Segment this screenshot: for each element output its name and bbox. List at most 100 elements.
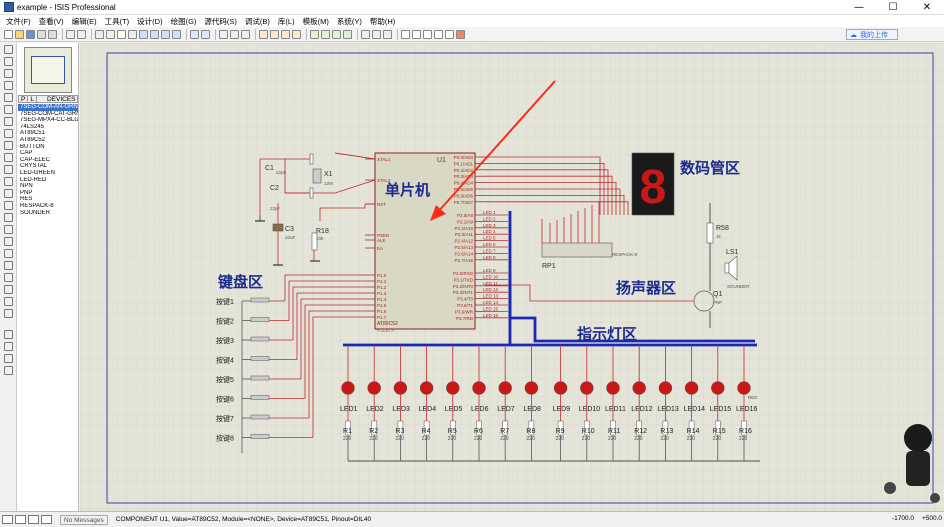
block-rotate-icon[interactable] — [281, 29, 290, 39]
mirror-x-icon[interactable] — [4, 354, 13, 363]
device-list-item[interactable]: RES — [18, 196, 78, 203]
erc-icon[interactable] — [445, 29, 454, 39]
library-manager-tab[interactable]: L — [28, 96, 37, 103]
search-icon[interactable] — [372, 29, 381, 39]
make-device-icon[interactable] — [321, 29, 330, 39]
export-icon[interactable] — [48, 29, 57, 39]
path-icon[interactable] — [4, 273, 13, 282]
new-sheet-icon[interactable] — [401, 29, 410, 39]
buses-icon[interactable] — [4, 105, 13, 114]
wire-label-icon[interactable] — [4, 81, 13, 90]
device-list-item[interactable]: BUTTON — [18, 144, 78, 151]
packaging-icon[interactable] — [332, 29, 341, 39]
grid-icon[interactable] — [106, 29, 115, 39]
tape-recorder-icon[interactable] — [4, 165, 13, 174]
goto-sheet-icon[interactable] — [423, 29, 432, 39]
text-icon[interactable] — [4, 285, 13, 294]
redo-icon[interactable] — [201, 29, 210, 39]
decompose-icon[interactable] — [343, 29, 352, 39]
undo-icon[interactable] — [190, 29, 199, 39]
device-list[interactable]: 7SEG-COM-AN-GRN 7SEG-COM-CAT-GRN 7SEG-MPX4… — [18, 104, 78, 216]
cloud-upload-button[interactable]: ☁ 我的上传 — [846, 29, 898, 40]
zoom-area-icon[interactable] — [172, 29, 181, 39]
generator-icon[interactable] — [4, 177, 13, 186]
rotate-cw-icon[interactable] — [4, 330, 13, 339]
marker-icon[interactable] — [4, 309, 13, 318]
device-list-item[interactable]: 7SEG-COM-CAT-GRN — [18, 111, 78, 118]
netlist-icon[interactable] — [456, 29, 465, 39]
menu-source[interactable]: 源代码(S) — [204, 16, 237, 27]
device-list-item[interactable]: 7SEG-COM-AN-GRN — [18, 104, 78, 111]
zoom-out-icon[interactable] — [150, 29, 159, 39]
circle-icon[interactable] — [4, 249, 13, 258]
menu-file[interactable]: 文件(F) — [6, 16, 31, 27]
selection-mode-icon[interactable] — [4, 45, 13, 54]
menu-template[interactable]: 模板(M) — [303, 16, 329, 27]
zoom-in-icon[interactable] — [139, 29, 148, 39]
block-delete-icon[interactable] — [292, 29, 301, 39]
device-list-item[interactable]: 74LS245 — [18, 124, 78, 131]
block-move-icon[interactable] — [270, 29, 279, 39]
current-probe-icon[interactable] — [4, 201, 13, 210]
play-button[interactable] — [2, 515, 13, 524]
terminals-icon[interactable] — [4, 129, 13, 138]
graph-icon[interactable] — [4, 153, 13, 162]
text-script-icon[interactable] — [4, 93, 13, 102]
arc-icon[interactable] — [4, 261, 13, 270]
minimize-button[interactable]: — — [842, 0, 876, 15]
schematic-canvas[interactable]: U1 AT89C52 <TEXT> XTAL1 XTAL2 RST PSEN ALE EA P1.… — [80, 43, 944, 511]
paste-icon[interactable] — [241, 29, 250, 39]
subcircuit-icon[interactable] — [4, 117, 13, 126]
device-list-item[interactable]: CRYSTAL — [18, 163, 78, 170]
save-icon[interactable] — [26, 29, 35, 39]
print-area-icon[interactable] — [77, 29, 86, 39]
pause-button[interactable] — [28, 515, 39, 524]
maximize-button[interactable]: ☐ — [876, 0, 910, 15]
stop-button[interactable] — [41, 515, 52, 524]
property-tool-icon[interactable] — [383, 29, 392, 39]
origin-icon[interactable] — [117, 29, 126, 39]
step-button[interactable] — [15, 515, 26, 524]
block-copy-icon[interactable] — [259, 29, 268, 39]
import-icon[interactable] — [37, 29, 46, 39]
menu-design[interactable]: 设计(D) — [137, 16, 162, 27]
overview-window[interactable] — [24, 47, 72, 93]
device-list-item[interactable]: LED-GREEN — [18, 170, 78, 177]
device-list-item[interactable]: CAP — [18, 150, 78, 157]
open-file-icon[interactable] — [15, 29, 24, 39]
symbol-icon[interactable] — [4, 297, 13, 306]
cut-icon[interactable] — [219, 29, 228, 39]
zoom-all-icon[interactable] — [161, 29, 170, 39]
copy-icon[interactable] — [230, 29, 239, 39]
menu-edit[interactable]: 编辑(E) — [72, 16, 97, 27]
device-list-item[interactable]: LED-RED — [18, 177, 78, 184]
rotate-ccw-icon[interactable] — [4, 342, 13, 351]
device-list-item[interactable]: SOUNDER — [18, 210, 78, 217]
device-list-item[interactable]: AT89C52 — [18, 137, 78, 144]
device-list-item[interactable]: CAP-ELEC — [18, 157, 78, 164]
mirror-y-icon[interactable] — [4, 366, 13, 375]
pick-devices-tab[interactable]: P — [19, 96, 29, 103]
pick-device-icon[interactable] — [310, 29, 319, 39]
new-file-icon[interactable] — [4, 29, 13, 39]
close-button[interactable]: ✕ — [910, 0, 944, 15]
device-list-item[interactable]: PNP — [18, 190, 78, 197]
remove-sheet-icon[interactable] — [412, 29, 421, 39]
menu-system[interactable]: 系统(Y) — [337, 16, 362, 27]
device-list-item[interactable]: 7SEG-MPX4-CC-BLUE — [18, 117, 78, 124]
menu-view[interactable]: 查看(V) — [39, 16, 64, 27]
junction-dot-icon[interactable] — [4, 69, 13, 78]
menu-graph[interactable]: 绘图(G) — [171, 16, 197, 27]
device-pins-icon[interactable] — [4, 141, 13, 150]
menu-debug[interactable]: 调试(B) — [245, 16, 270, 27]
bill-of-materials-icon[interactable] — [434, 29, 443, 39]
menu-help[interactable]: 帮助(H) — [370, 16, 395, 27]
pan-icon[interactable] — [128, 29, 137, 39]
component-mode-icon[interactable] — [4, 57, 13, 66]
wire-autorouter-icon[interactable] — [361, 29, 370, 39]
voltage-probe-icon[interactable] — [4, 189, 13, 198]
menu-library[interactable]: 库(L) — [278, 16, 295, 27]
device-list-item[interactable]: AT89C51 — [18, 130, 78, 137]
device-list-item[interactable]: RESPACK-8 — [18, 203, 78, 210]
messages-indicator[interactable]: No Messages — [60, 514, 108, 525]
